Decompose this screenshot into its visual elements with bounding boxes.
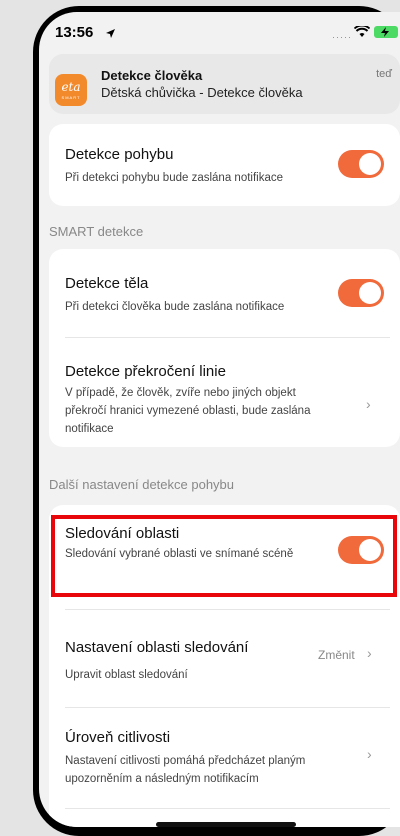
status-bar: 13:56 ····· <box>39 12 400 52</box>
body-detection-toggle[interactable] <box>338 279 384 307</box>
section-more-label: Další nastavení detekce pohybu <box>49 477 235 492</box>
sensitivity-desc: Nastavení citlivosti pomáhá předcházet p… <box>65 755 306 785</box>
status-time: 13:56 <box>55 24 94 41</box>
location-arrow-icon <box>105 26 116 44</box>
divider <box>65 609 390 610</box>
app-logo: eta <box>61 80 81 94</box>
divider <box>65 707 390 708</box>
line-crossing-row[interactable]: Detekce překročení linie V případě, že č… <box>65 363 315 438</box>
motion-detection-toggle[interactable] <box>338 150 384 178</box>
app-icon: eta SMART <box>55 74 87 106</box>
notification-banner[interactable]: eta SMART Detekce člověka Dětská chůvičk… <box>49 54 400 114</box>
chevron-right-icon: › <box>366 396 371 412</box>
motion-card: Detekce pohybu Při detekci pohybu bude z… <box>49 124 400 206</box>
toggle-knob <box>359 282 381 304</box>
tracking-area-settings-row[interactable]: Nastavení oblasti sledování Upravit obla… <box>65 639 305 684</box>
highlight-box <box>51 515 397 597</box>
screen: 13:56 ····· eta SMART Detekce člověka Dě… <box>39 12 400 827</box>
app-logo-sub: SMART <box>61 95 81 100</box>
toggle-knob <box>359 153 381 175</box>
smart-card: Detekce těla Při detekci člověka bude za… <box>49 249 400 447</box>
notification-body: Dětská chůvička - Detekce člověka <box>101 85 303 100</box>
divider <box>65 337 390 338</box>
tracking-area-desc: Upravit oblast sledování <box>65 669 188 681</box>
signal-icon: ····· <box>332 32 352 42</box>
divider <box>65 808 390 809</box>
home-indicator[interactable] <box>156 822 296 827</box>
section-smart-label: SMART detekce <box>49 224 144 239</box>
line-crossing-title: Detekce překročení linie <box>65 363 226 380</box>
battery-icon <box>374 26 398 38</box>
change-link[interactable]: Změnit <box>318 648 355 662</box>
sensitivity-title: Úroveň citlivosti <box>65 729 171 746</box>
sensitivity-row[interactable]: Úroveň citlivosti Nastavení citlivosti p… <box>65 729 345 788</box>
notification-time: teď <box>376 68 392 80</box>
notification-title: Detekce člověka <box>101 68 203 83</box>
wifi-icon <box>353 24 371 43</box>
tracking-area-title: Nastavení oblasti sledování <box>65 639 249 656</box>
chevron-right-icon: › <box>367 645 372 661</box>
chevron-right-icon: › <box>367 746 372 762</box>
line-crossing-desc: V případě, že člověk, zvíře nebo jiných … <box>65 387 311 435</box>
